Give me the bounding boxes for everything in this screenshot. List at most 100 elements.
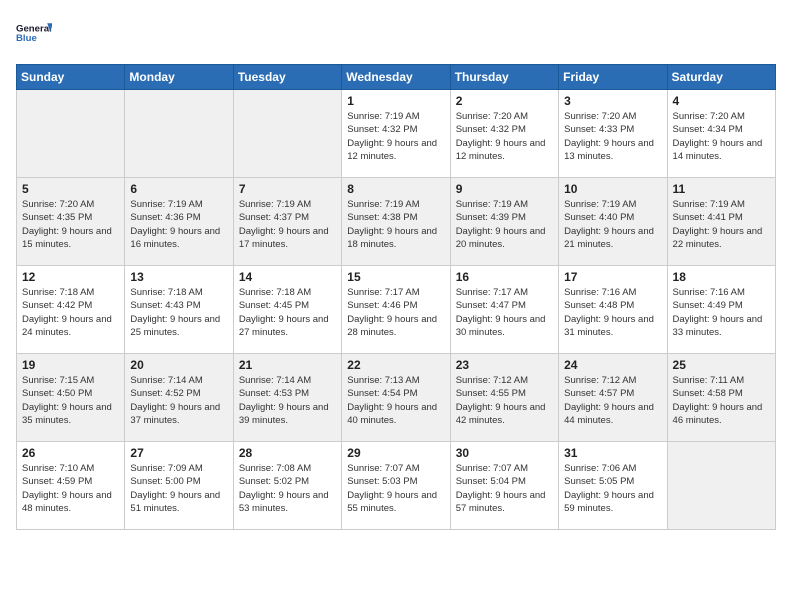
cell-info: Sunrise: 7:19 AMSunset: 4:41 PMDaylight:… bbox=[673, 198, 770, 251]
day-number: 17 bbox=[564, 270, 661, 284]
calendar-table: SundayMondayTuesdayWednesdayThursdayFrid… bbox=[16, 64, 776, 530]
page-header: General Blue bbox=[16, 16, 776, 52]
day-number: 8 bbox=[347, 182, 444, 196]
weekday-header: Thursday bbox=[450, 65, 558, 90]
calendar-week-row: 19 Sunrise: 7:15 AMSunset: 4:50 PMDayligh… bbox=[17, 354, 776, 442]
cell-info: Sunrise: 7:08 AMSunset: 5:02 PMDaylight:… bbox=[239, 462, 336, 515]
cell-info: Sunrise: 7:17 AMSunset: 4:46 PMDaylight:… bbox=[347, 286, 444, 339]
calendar-cell: 5 Sunrise: 7:20 AMSunset: 4:35 PMDaylight… bbox=[17, 178, 125, 266]
day-number: 20 bbox=[130, 358, 227, 372]
cell-info: Sunrise: 7:19 AMSunset: 4:37 PMDaylight:… bbox=[239, 198, 336, 251]
weekday-header: Monday bbox=[125, 65, 233, 90]
day-number: 13 bbox=[130, 270, 227, 284]
calendar-body: 1 Sunrise: 7:19 AMSunset: 4:32 PMDaylight… bbox=[17, 90, 776, 530]
cell-info: Sunrise: 7:07 AMSunset: 5:04 PMDaylight:… bbox=[456, 462, 553, 515]
calendar-cell bbox=[233, 90, 341, 178]
calendar-cell: 28 Sunrise: 7:08 AMSunset: 5:02 PMDayligh… bbox=[233, 442, 341, 530]
cell-info: Sunrise: 7:14 AMSunset: 4:52 PMDaylight:… bbox=[130, 374, 227, 427]
calendar-cell bbox=[667, 442, 775, 530]
calendar-cell: 29 Sunrise: 7:07 AMSunset: 5:03 PMDayligh… bbox=[342, 442, 450, 530]
weekday-header: Sunday bbox=[17, 65, 125, 90]
cell-info: Sunrise: 7:16 AMSunset: 4:49 PMDaylight:… bbox=[673, 286, 770, 339]
calendar-cell: 15 Sunrise: 7:17 AMSunset: 4:46 PMDayligh… bbox=[342, 266, 450, 354]
cell-info: Sunrise: 7:16 AMSunset: 4:48 PMDaylight:… bbox=[564, 286, 661, 339]
calendar-cell: 20 Sunrise: 7:14 AMSunset: 4:52 PMDayligh… bbox=[125, 354, 233, 442]
day-number: 5 bbox=[22, 182, 119, 196]
calendar-cell: 12Sunrise: 7:18 AMSunset: 4:42 PMDayligh… bbox=[17, 266, 125, 354]
day-number: 16 bbox=[456, 270, 553, 284]
calendar-cell: 8 Sunrise: 7:19 AMSunset: 4:38 PMDaylight… bbox=[342, 178, 450, 266]
calendar-cell: 7 Sunrise: 7:19 AMSunset: 4:37 PMDaylight… bbox=[233, 178, 341, 266]
calendar-cell: 23 Sunrise: 7:12 AMSunset: 4:55 PMDayligh… bbox=[450, 354, 558, 442]
cell-info: Sunrise: 7:11 AMSunset: 4:58 PMDaylight:… bbox=[673, 374, 770, 427]
day-number: 3 bbox=[564, 94, 661, 108]
calendar-cell bbox=[125, 90, 233, 178]
day-number: 24 bbox=[564, 358, 661, 372]
calendar-cell: 31Sunrise: 7:06 AMSunset: 5:05 PMDayligh… bbox=[559, 442, 667, 530]
day-number: 15 bbox=[347, 270, 444, 284]
cell-info: Sunrise: 7:19 AMSunset: 4:32 PMDaylight:… bbox=[347, 110, 444, 163]
day-number: 6 bbox=[130, 182, 227, 196]
day-number: 19 bbox=[22, 358, 119, 372]
day-number: 29 bbox=[347, 446, 444, 460]
calendar-cell: 1 Sunrise: 7:19 AMSunset: 4:32 PMDaylight… bbox=[342, 90, 450, 178]
cell-info: Sunrise: 7:19 AMSunset: 4:40 PMDaylight:… bbox=[564, 198, 661, 251]
day-number: 7 bbox=[239, 182, 336, 196]
calendar-cell: 18 Sunrise: 7:16 AMSunset: 4:49 PMDayligh… bbox=[667, 266, 775, 354]
day-number: 23 bbox=[456, 358, 553, 372]
day-number: 11 bbox=[673, 182, 770, 196]
calendar-week-row: 26 Sunrise: 7:10 AMSunset: 4:59 PMDayligh… bbox=[17, 442, 776, 530]
calendar-cell: 6Sunrise: 7:19 AMSunset: 4:36 PMDaylight… bbox=[125, 178, 233, 266]
day-number: 18 bbox=[673, 270, 770, 284]
day-number: 10 bbox=[564, 182, 661, 196]
cell-info: Sunrise: 7:12 AMSunset: 4:57 PMDaylight:… bbox=[564, 374, 661, 427]
calendar-cell: 24 Sunrise: 7:12 AMSunset: 4:57 PMDayligh… bbox=[559, 354, 667, 442]
calendar-cell: 27Sunrise: 7:09 AMSunset: 5:00 PMDayligh… bbox=[125, 442, 233, 530]
calendar-cell: 13Sunrise: 7:18 AMSunset: 4:43 PMDayligh… bbox=[125, 266, 233, 354]
cell-info: Sunrise: 7:10 AMSunset: 4:59 PMDaylight:… bbox=[22, 462, 119, 515]
cell-info: Sunrise: 7:20 AMSunset: 4:33 PMDaylight:… bbox=[564, 110, 661, 163]
calendar-cell: 17 Sunrise: 7:16 AMSunset: 4:48 PMDayligh… bbox=[559, 266, 667, 354]
day-number: 2 bbox=[456, 94, 553, 108]
cell-info: Sunrise: 7:14 AMSunset: 4:53 PMDaylight:… bbox=[239, 374, 336, 427]
weekday-header: Tuesday bbox=[233, 65, 341, 90]
cell-info: Sunrise: 7:19 AMSunset: 4:39 PMDaylight:… bbox=[456, 198, 553, 251]
cell-info: Sunrise: 7:17 AMSunset: 4:47 PMDaylight:… bbox=[456, 286, 553, 339]
cell-info: Sunrise: 7:20 AMSunset: 4:35 PMDaylight:… bbox=[22, 198, 119, 251]
calendar-cell: 10 Sunrise: 7:19 AMSunset: 4:40 PMDayligh… bbox=[559, 178, 667, 266]
day-number: 26 bbox=[22, 446, 119, 460]
calendar-cell: 21Sunrise: 7:14 AMSunset: 4:53 PMDayligh… bbox=[233, 354, 341, 442]
cell-info: Sunrise: 7:12 AMSunset: 4:55 PMDaylight:… bbox=[456, 374, 553, 427]
day-number: 9 bbox=[456, 182, 553, 196]
cell-info: Sunrise: 7:20 AMSunset: 4:32 PMDaylight:… bbox=[456, 110, 553, 163]
calendar-week-row: 12Sunrise: 7:18 AMSunset: 4:42 PMDayligh… bbox=[17, 266, 776, 354]
calendar-week-row: 1 Sunrise: 7:19 AMSunset: 4:32 PMDaylight… bbox=[17, 90, 776, 178]
weekday-header: Friday bbox=[559, 65, 667, 90]
day-number: 31 bbox=[564, 446, 661, 460]
cell-info: Sunrise: 7:19 AMSunset: 4:38 PMDaylight:… bbox=[347, 198, 444, 251]
calendar-cell: 25 Sunrise: 7:11 AMSunset: 4:58 PMDayligh… bbox=[667, 354, 775, 442]
day-number: 22 bbox=[347, 358, 444, 372]
day-number: 14 bbox=[239, 270, 336, 284]
cell-info: Sunrise: 7:15 AMSunset: 4:50 PMDaylight:… bbox=[22, 374, 119, 427]
calendar-cell: 11 Sunrise: 7:19 AMSunset: 4:41 PMDayligh… bbox=[667, 178, 775, 266]
calendar-cell: 14Sunrise: 7:18 AMSunset: 4:45 PMDayligh… bbox=[233, 266, 341, 354]
calendar-cell: 3 Sunrise: 7:20 AMSunset: 4:33 PMDaylight… bbox=[559, 90, 667, 178]
day-number: 12 bbox=[22, 270, 119, 284]
calendar-cell: 19 Sunrise: 7:15 AMSunset: 4:50 PMDayligh… bbox=[17, 354, 125, 442]
calendar-cell: 2 Sunrise: 7:20 AMSunset: 4:32 PMDaylight… bbox=[450, 90, 558, 178]
svg-text:Blue: Blue bbox=[16, 33, 37, 44]
day-number: 28 bbox=[239, 446, 336, 460]
cell-info: Sunrise: 7:13 AMSunset: 4:54 PMDaylight:… bbox=[347, 374, 444, 427]
calendar-cell: 30Sunrise: 7:07 AMSunset: 5:04 PMDayligh… bbox=[450, 442, 558, 530]
calendar-cell bbox=[17, 90, 125, 178]
logo: General Blue bbox=[16, 16, 52, 52]
logo-svg: General Blue bbox=[16, 16, 52, 52]
cell-info: Sunrise: 7:09 AMSunset: 5:00 PMDaylight:… bbox=[130, 462, 227, 515]
day-number: 1 bbox=[347, 94, 444, 108]
calendar-week-row: 5 Sunrise: 7:20 AMSunset: 4:35 PMDaylight… bbox=[17, 178, 776, 266]
calendar-header-row: SundayMondayTuesdayWednesdayThursdayFrid… bbox=[17, 65, 776, 90]
calendar-cell: 22 Sunrise: 7:13 AMSunset: 4:54 PMDayligh… bbox=[342, 354, 450, 442]
cell-info: Sunrise: 7:07 AMSunset: 5:03 PMDaylight:… bbox=[347, 462, 444, 515]
day-number: 25 bbox=[673, 358, 770, 372]
